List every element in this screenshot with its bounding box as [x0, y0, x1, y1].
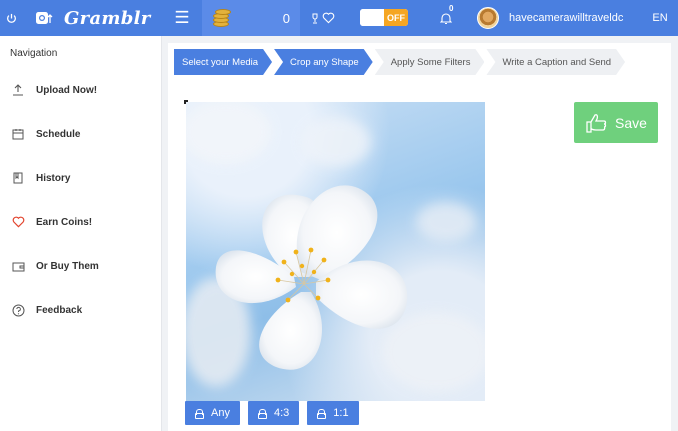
crop-image[interactable] — [186, 102, 485, 401]
step-caption[interactable]: Write a Caption and Send — [486, 49, 625, 75]
sidebar: Navigation Upload Now! Schedule History … — [0, 36, 162, 431]
auto-toggle[interactable]: OFF — [360, 9, 408, 26]
save-label: Save — [615, 114, 647, 131]
editor-panel: Select your Media Crop any Shape Apply S… — [168, 43, 671, 431]
sidebar-item-earn-coins[interactable]: Earn Coins! — [0, 207, 162, 237]
step-crop[interactable]: Crop any Shape — [274, 49, 373, 75]
history-icon — [0, 172, 36, 184]
menu-icon[interactable]: ☰ — [172, 0, 192, 36]
heart-outline-icon — [322, 12, 335, 24]
help-icon — [0, 304, 36, 317]
sidebar-item-label: Upload Now! — [36, 84, 98, 96]
sidebar-item-history[interactable]: History — [0, 163, 162, 193]
coins-icon — [212, 9, 231, 27]
progress-steps: Select your Media Crop any Shape Apply S… — [174, 49, 627, 75]
app-logo: Gramblr — [64, 7, 151, 29]
sidebar-item-label: Or Buy Them — [36, 260, 99, 272]
instagram-logo-icon — [33, 0, 55, 36]
ratio-any-button[interactable]: Any — [185, 401, 240, 425]
upload-icon — [0, 84, 36, 96]
power-icon[interactable] — [0, 0, 22, 36]
sidebar-item-label: Feedback — [36, 304, 83, 316]
ratio-label: 1:1 — [333, 407, 349, 419]
step-select-media[interactable]: Select your Media — [174, 49, 272, 75]
language-selector[interactable]: EN — [649, 0, 671, 36]
ratio-label: Any — [211, 407, 230, 419]
lock-icon — [195, 408, 204, 419]
sidebar-item-buy-coins[interactable]: Or Buy Them — [0, 251, 162, 281]
toggle-state: OFF — [384, 9, 408, 26]
heart-icon — [0, 216, 36, 228]
coin-count: 0 — [282, 10, 290, 26]
sidebar-item-feedback[interactable]: Feedback — [0, 295, 162, 325]
wallet-icon — [0, 261, 36, 272]
ratio-4-3-button[interactable]: 4:3 — [247, 401, 300, 425]
calendar-icon — [0, 128, 36, 140]
sidebar-item-upload[interactable]: Upload Now! — [0, 75, 162, 105]
save-button[interactable]: Save — [574, 102, 658, 143]
sidebar-title: Navigation — [10, 48, 58, 59]
top-bar: Gramblr ☰ 0 OFF 0 havecamerawilltraveldc… — [0, 0, 678, 36]
likes-widget[interactable] — [306, 0, 340, 36]
ratio-label: 4:3 — [273, 407, 290, 419]
trophy-icon — [312, 13, 318, 23]
aspect-ratio-bar: Any 4:3 1:1 — [185, 401, 359, 425]
toggle-knob — [360, 9, 384, 26]
lock-icon — [257, 408, 267, 419]
step-filters[interactable]: Apply Some Filters — [375, 49, 485, 75]
thumbs-up-icon — [586, 113, 607, 133]
avatar[interactable] — [477, 7, 499, 29]
sidebar-item-schedule[interactable]: Schedule — [0, 119, 162, 149]
username[interactable]: havecamerawilltraveldc — [509, 0, 623, 36]
lock-icon — [317, 408, 327, 419]
coins-widget[interactable]: 0 — [202, 0, 300, 36]
sidebar-item-label: Earn Coins! — [36, 216, 93, 228]
notification-count: 0 — [449, 4, 454, 13]
sidebar-item-label: History — [36, 172, 71, 184]
ratio-1-1-button[interactable]: 1:1 — [307, 401, 359, 425]
sidebar-item-label: Schedule — [36, 128, 81, 140]
